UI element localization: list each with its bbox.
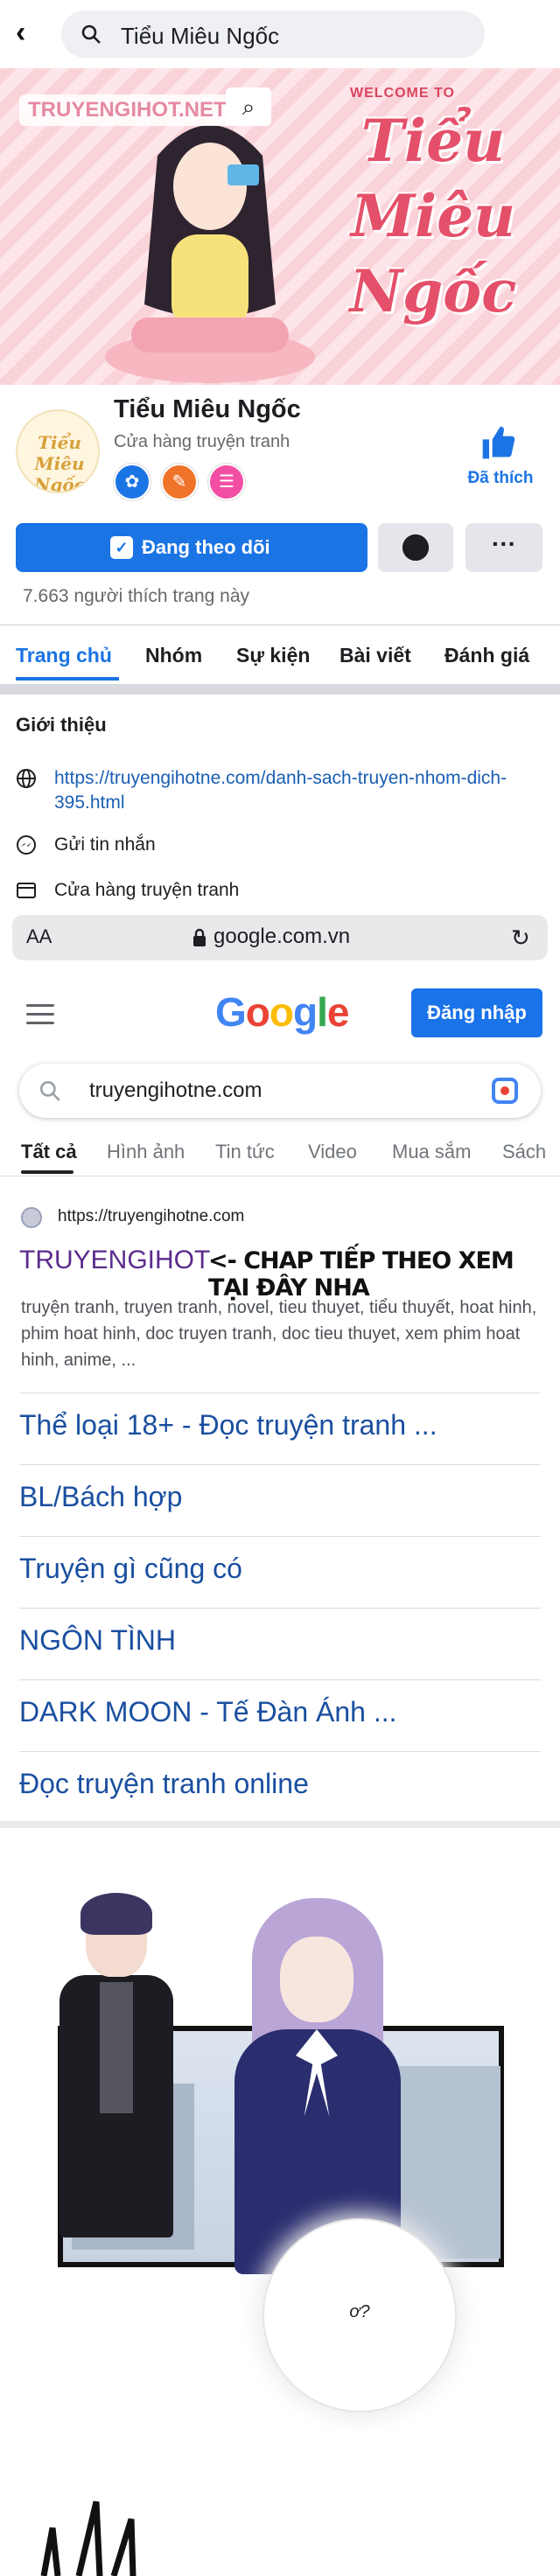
globe-icon <box>17 769 36 788</box>
check-icon: ✓ <box>110 536 133 559</box>
ink-strokes <box>40 2501 136 2576</box>
cover-girl-illustration <box>105 125 315 383</box>
menu-icon[interactable] <box>26 1004 54 1025</box>
promo-banner: <- CHAP TIẾP THEO XEM TẠI ĐÂY NHA <box>208 1247 514 1302</box>
messenger-icon <box>17 835 36 855</box>
section-separator <box>0 1821 560 1828</box>
send-message-row[interactable]: Gửi tin nhắn <box>16 833 550 861</box>
gtab-all[interactable]: Tất cả <box>21 1141 77 1163</box>
search-input[interactable]: Tiểu Miêu Ngốc <box>61 10 485 58</box>
page-avatar[interactable]: Tiểu Miêu Ngốc <box>16 409 100 493</box>
google-logo-letter: g <box>293 989 318 1035</box>
shop-icon <box>17 883 36 898</box>
messenger-icon <box>402 534 429 561</box>
butler-character <box>51 1893 182 2265</box>
google-logo-letter: o <box>269 989 294 1035</box>
google-logo[interactable]: Google <box>215 988 350 1036</box>
google-query: truyengihotne.com <box>89 1079 262 1102</box>
sitelink[interactable]: Truyện gì cũng có <box>19 1536 541 1608</box>
badge-blue-icon: ✿ <box>114 464 150 500</box>
intro-heading: Giới thiệu <box>16 714 107 736</box>
google-search-input[interactable]: truyengihotne.com <box>19 1064 541 1118</box>
avatar-logo-text: Tiểu Miêu Ngốc <box>34 432 85 493</box>
lock-icon <box>193 928 206 946</box>
panel-background <box>396 2066 500 2258</box>
text-size-button[interactable]: AA <box>26 925 52 948</box>
sign-in-button[interactable]: Đăng nhập <box>411 988 542 1037</box>
watermark: TRUYENGIHOT.NET <box>19 94 235 126</box>
messenger-button[interactable] <box>378 523 453 572</box>
gtab-images[interactable]: Hình ảnh <box>107 1141 185 1163</box>
following-button[interactable]: ✓ Đang theo dõi <box>16 523 368 572</box>
search-icon <box>39 1080 60 1101</box>
result-title[interactable]: TRUYENGIHOT <box>19 1246 210 1275</box>
website-link[interactable]: https://truyengihotne.com/danh-sach-truy… <box>54 766 550 815</box>
girl-character <box>226 1898 410 2283</box>
cover-search-icon: ⌕ <box>226 87 271 126</box>
tab-events[interactable]: Sự kiện <box>236 644 310 667</box>
more-options-button[interactable]: ··· <box>466 523 542 572</box>
speech-text: ơ? <box>349 2302 370 2321</box>
likes-count: 7.663 người thích trang này <box>23 586 249 606</box>
tab-reviews[interactable]: Đánh giá <box>444 644 529 667</box>
website-link-row[interactable]: https://truyengihotne.com/danh-sach-truy… <box>16 766 550 819</box>
address-url: google.com.vn <box>214 925 351 948</box>
google-logo-letter: l <box>317 989 328 1035</box>
sitelink[interactable]: Thể loại 18+ - Đọc truyện tranh ... <box>19 1393 541 1464</box>
liked-label[interactable]: Đã thích <box>455 469 546 488</box>
search-query: Tiểu Miêu Ngốc <box>121 23 280 49</box>
tab-posts[interactable]: Bài viết <box>340 644 411 667</box>
following-label: Đang theo dõi <box>142 536 270 558</box>
shop-row[interactable]: Cửa hàng truyện tranh <box>16 878 550 906</box>
page-category: Cửa hàng truyện tranh <box>114 432 290 451</box>
badge-pink-icon: ☰ <box>208 464 245 500</box>
top-search-bar: ‹ Tiểu Miêu Ngốc <box>0 0 560 68</box>
result-url[interactable]: https://truyengihotne.com <box>58 1207 244 1226</box>
google-logo-letter: e <box>326 989 350 1035</box>
browser-address-bar[interactable]: AA google.com.vn ↻ <box>12 915 548 960</box>
badge-orange-icon: ✎ <box>161 464 198 500</box>
section-separator <box>0 684 560 695</box>
search-icon <box>81 24 101 44</box>
tab-home[interactable]: Trang chủ <box>16 644 112 667</box>
shop-label: Cửa hàng truyện tranh <box>54 880 240 900</box>
active-tab-indicator <box>21 1170 74 1174</box>
sitelink[interactable]: NGÔN TÌNH <box>19 1608 541 1679</box>
thumbs-up-icon[interactable] <box>480 423 518 462</box>
google-logo-letter: o <box>245 989 270 1035</box>
google-logo-letter: G <box>215 989 247 1035</box>
gtab-news[interactable]: Tin tức <box>215 1141 275 1163</box>
google-lens-icon[interactable] <box>492 1078 518 1104</box>
comic-panel-area: ơ? <box>0 1828 560 2576</box>
gtab-video[interactable]: Video <box>308 1141 357 1163</box>
tab-groups[interactable]: Nhóm <box>145 644 202 667</box>
active-tab-indicator <box>16 677 119 681</box>
gtab-shopping[interactable]: Mua sắm <box>392 1141 471 1163</box>
cover-photo[interactable]: TRUYENGIHOT.NET ⌕ WELCOME TO Tiểu Miêu N… <box>0 68 560 385</box>
back-arrow-icon[interactable]: ‹ <box>16 17 47 49</box>
gtab-books[interactable]: Sách <box>502 1141 546 1163</box>
page-title: Tiểu Miêu Ngốc <box>114 395 301 423</box>
result-snippet: truyện tranh, truyen tranh, novel, tieu … <box>21 1298 537 1370</box>
cover-welcome-text: WELCOME TO <box>350 86 455 101</box>
sitelink[interactable]: DARK MOON - Tế Đàn Ánh ... <box>19 1679 541 1751</box>
site-favicon-icon <box>21 1207 42 1228</box>
cover-title-art: Tiểu Miêu Ngốc <box>349 107 517 325</box>
reload-icon[interactable]: ↻ <box>511 925 530 952</box>
send-message-label: Gửi tin nhắn <box>54 834 156 855</box>
speech-bubble: ơ? <box>276 2232 443 2398</box>
sitelink[interactable]: Đọc truyện tranh online <box>19 1751 541 1823</box>
sitelink[interactable]: BL/Bách hợp <box>19 1464 541 1536</box>
